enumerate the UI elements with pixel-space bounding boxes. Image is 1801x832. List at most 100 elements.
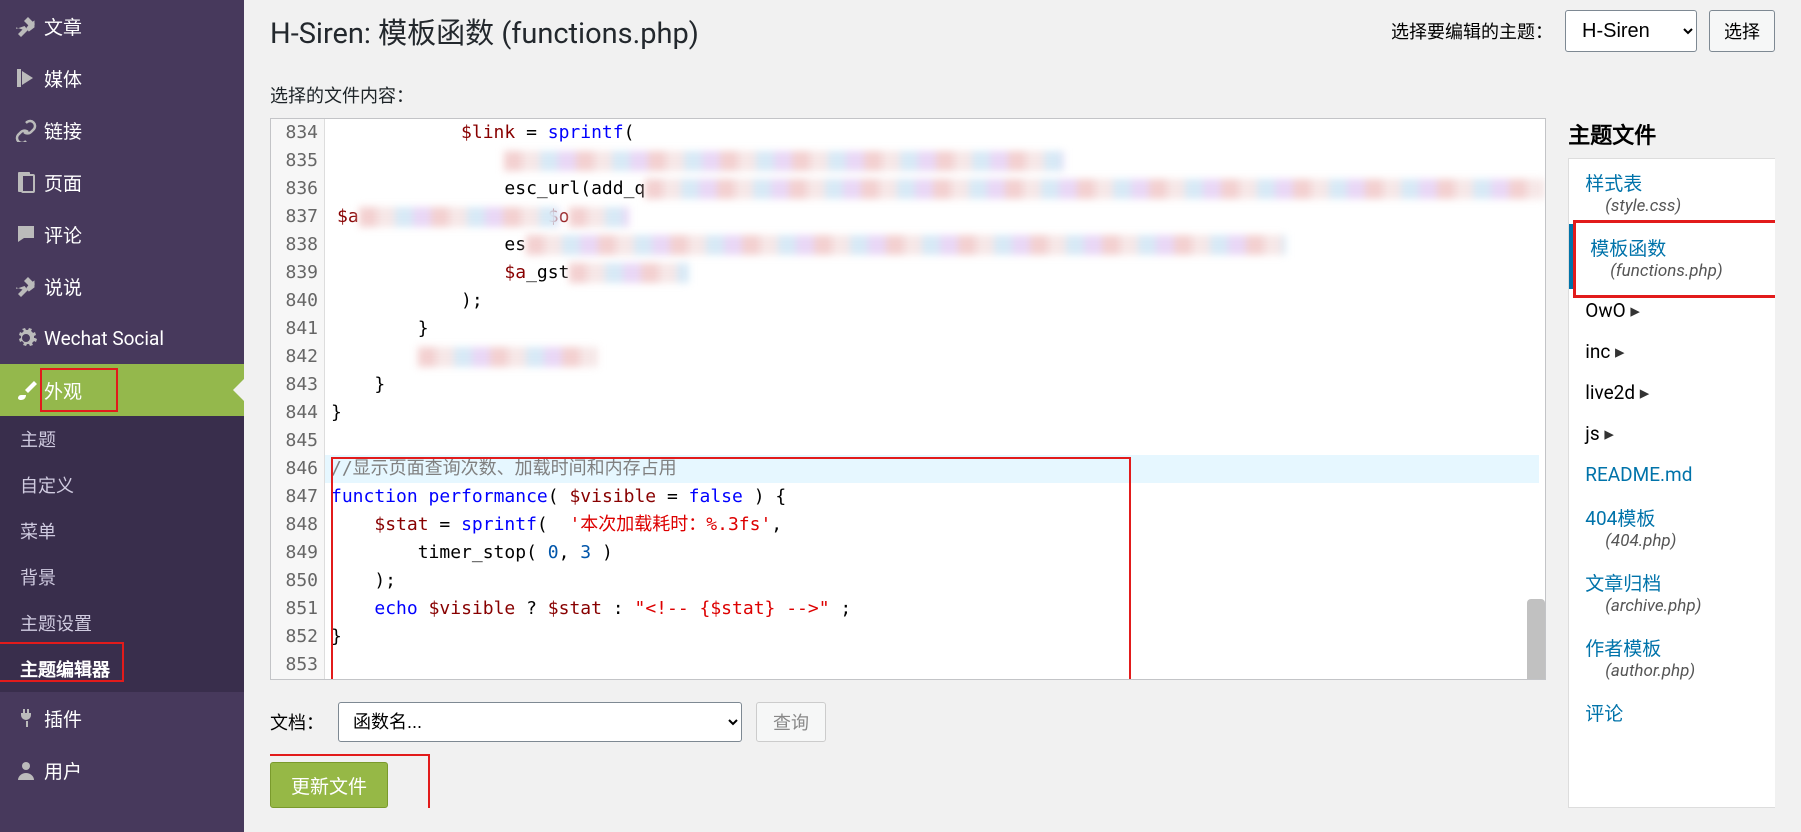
theme-file-column: 主题文件 样式表 (style.css) 模板函数 (functions.php…	[1568, 118, 1775, 808]
code-line[interactable]	[331, 651, 1545, 679]
sidebar-item-label: 链接	[44, 117, 82, 144]
file-content-label: 选择的文件内容：	[270, 82, 1775, 108]
pin-icon	[14, 274, 44, 298]
theme-file-item-7[interactable]: 404模板 (404.php)	[1569, 494, 1775, 559]
theme-file-item-6[interactable]: README.md	[1569, 453, 1775, 494]
code-line[interactable]: $stat = sprintf( '本次加载耗时：%.3fs',	[331, 511, 1545, 539]
line-number: 850	[271, 567, 318, 595]
code-line[interactable]: $link = sprintf(	[331, 119, 1545, 147]
theme-file-label: 评论	[1585, 702, 1623, 725]
theme-file-label: js	[1585, 422, 1614, 445]
sidebar-item-label: 页面	[44, 169, 82, 196]
doc-lookup-button[interactable]: 查询	[756, 702, 826, 742]
line-number: 841	[271, 315, 318, 343]
code-line[interactable]: timer_stop( 0, 3 )	[331, 539, 1545, 567]
sidebar-item-label: 说说	[44, 273, 82, 300]
scrollbar-thumb[interactable]	[1527, 599, 1545, 680]
sidebar-item-2[interactable]: 链接	[0, 104, 244, 156]
sidebar-item-0[interactable]: 文章	[0, 0, 244, 52]
code-line-overflow: $a	[337, 203, 559, 231]
sidebar-tail-item-1[interactable]: 用户	[0, 744, 244, 796]
line-number: 843	[271, 371, 318, 399]
code-line[interactable]	[331, 343, 1545, 371]
sidebar-subitem-5[interactable]: 主题编辑器	[0, 646, 244, 692]
sidebar-subitem-4[interactable]: 主题设置	[0, 600, 244, 646]
line-number: 847	[271, 483, 318, 511]
code-line[interactable]: );	[331, 567, 1545, 595]
sidebar-item-label: 评论	[44, 221, 82, 248]
theme-file-name: (archive.php)	[1585, 596, 1775, 616]
user-icon	[14, 758, 44, 782]
page-title: H-Siren: 模板函数 (functions.php)	[270, 10, 699, 52]
sidebar-item-1[interactable]: 媒体	[0, 52, 244, 104]
sidebar-subitem-2[interactable]: 菜单	[0, 508, 244, 554]
redacted-content	[569, 263, 689, 283]
theme-file-label: OwO	[1585, 299, 1640, 322]
sidebar-item-label: 外观	[44, 377, 82, 404]
sidebar-item-3[interactable]: 页面	[0, 156, 244, 208]
code-line[interactable]: }	[331, 371, 1545, 399]
theme-select[interactable]: H-Siren	[1565, 10, 1697, 52]
code-line[interactable]	[331, 427, 1545, 455]
line-number: 845	[271, 427, 318, 455]
code-line[interactable]	[331, 147, 1545, 175]
code-line[interactable]: function performance( $visible = false )…	[331, 483, 1545, 511]
theme-file-item-0[interactable]: 样式表 (style.css)	[1569, 159, 1775, 224]
line-number: 838	[271, 231, 318, 259]
code-line[interactable]: //显示页面查询次数、加载时间和内存占用	[325, 455, 1539, 483]
update-file-button[interactable]: 更新文件	[270, 762, 388, 808]
code-gutter: 8348358368378388398408418428438448458468…	[271, 119, 325, 679]
line-number: 837	[271, 203, 318, 231]
code-line[interactable]: }	[331, 315, 1545, 343]
sidebar-subitem-0[interactable]: 主题	[0, 416, 244, 462]
sidebar-item-6[interactable]: Wechat Social	[0, 312, 244, 364]
code-line[interactable]: esc_url(add_q	[331, 175, 1545, 203]
theme-file-item-1[interactable]: 模板函数 (functions.php)	[1569, 224, 1775, 289]
sidebar-subitem-1[interactable]: 自定义	[0, 462, 244, 508]
code-line[interactable]: echo $visible ? $stat : "<!-- {$stat} --…	[331, 595, 1545, 623]
line-number: 836	[271, 175, 318, 203]
line-number: 839	[271, 259, 318, 287]
code-editor[interactable]: 8348358368378388398408418428438448458468…	[270, 118, 1546, 680]
line-number: 842	[271, 343, 318, 371]
theme-file-item-4[interactable]: live2d	[1569, 371, 1775, 412]
sidebar-tail-item-0[interactable]: 插件	[0, 692, 244, 744]
code-line[interactable]: }	[331, 399, 1545, 427]
theme-file-item-5[interactable]: js	[1569, 412, 1775, 453]
media-icon	[14, 66, 44, 90]
theme-file-item-3[interactable]: inc	[1569, 330, 1775, 371]
line-number: 844	[271, 399, 318, 427]
line-number: 851	[271, 595, 318, 623]
code-line[interactable]: );	[331, 287, 1545, 315]
redacted-content	[569, 207, 629, 227]
theme-file-item-9[interactable]: 作者模板 (author.php)	[1569, 624, 1775, 689]
theme-file-item-10[interactable]: 评论	[1569, 689, 1775, 734]
theme-file-item-8[interactable]: 文章归档 (archive.php)	[1569, 559, 1775, 624]
main-area: H-Siren: 模板函数 (functions.php) 选择要编辑的主题： …	[244, 0, 1801, 832]
theme-select-button[interactable]: 选择	[1709, 10, 1775, 52]
theme-select-label: 选择要编辑的主题：	[1391, 18, 1553, 44]
code-line[interactable]: $a_gst	[331, 259, 1545, 287]
theme-file-label: 404模板	[1585, 507, 1655, 530]
theme-file-label: 模板函数	[1590, 237, 1666, 260]
sidebar-item-4[interactable]: 评论	[0, 208, 244, 260]
theme-file-label: 样式表	[1585, 172, 1642, 195]
sidebar-item-label: 媒体	[44, 65, 82, 92]
theme-file-label: 文章归档	[1585, 572, 1661, 595]
line-number: 834	[271, 119, 318, 147]
brush-icon	[14, 378, 44, 402]
gear-icon	[14, 326, 44, 350]
doc-select[interactable]: 函数名...	[338, 702, 742, 742]
theme-file-name: (functions.php)	[1590, 261, 1775, 281]
sidebar-item-label: Wechat Social	[44, 327, 164, 350]
theme-file-item-2[interactable]: OwO	[1569, 289, 1775, 330]
code-line[interactable]: es	[331, 231, 1545, 259]
sidebar-item-7[interactable]: 外观	[0, 364, 244, 416]
redacted-content	[645, 179, 1545, 199]
code-line[interactable]: }	[331, 623, 1545, 651]
sidebar-subitem-3[interactable]: 背景	[0, 554, 244, 600]
doc-label: 文档：	[270, 709, 324, 735]
sidebar-item-5[interactable]: 说说	[0, 260, 244, 312]
sidebar-item-label: 插件	[44, 705, 82, 732]
redacted-content	[418, 347, 598, 367]
